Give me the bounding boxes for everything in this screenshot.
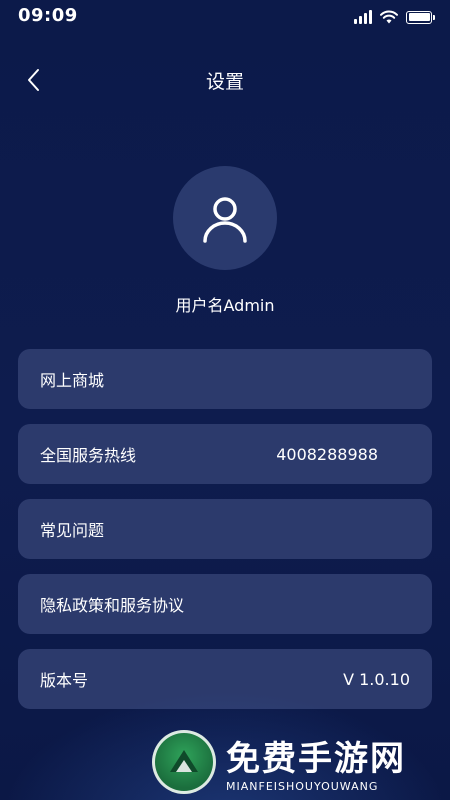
- menu-item-label: 常见问题: [40, 521, 105, 540]
- menu-item-label: 全国服务热线: [40, 446, 137, 465]
- menu-item-hotline[interactable]: 全国服务热线 4008288988: [18, 424, 432, 484]
- menu-item-label: 隐私政策和服务协议: [40, 596, 185, 615]
- battery-icon: [406, 10, 435, 24]
- watermark-title: 免费手游网: [226, 739, 406, 779]
- signal-icon: [354, 10, 372, 24]
- user-icon: [203, 197, 247, 243]
- watermark-logo-icon: [152, 730, 216, 794]
- hotline-number: 4008288988: [276, 444, 378, 464]
- menu-item-label: 网上商城: [40, 371, 105, 390]
- chevron-left-icon: [28, 69, 39, 91]
- status-icons: [354, 10, 435, 24]
- menu-item-privacy-policy[interactable]: 隐私政策和服务协议: [18, 574, 432, 634]
- page-title: 设置: [205, 70, 244, 93]
- back-button[interactable]: [18, 64, 50, 96]
- watermark-text: 免费手游网 MIANFEISHOUYOUWANG: [226, 731, 406, 793]
- menu-item-online-mall[interactable]: 网上商城: [18, 349, 432, 409]
- status-bar: 09:09: [0, 0, 450, 64]
- status-time: 09:09: [18, 4, 78, 26]
- version-number: V 1.0.10: [343, 669, 410, 689]
- settings-menu: 网上商城 全国服务热线 4008288988 常见问题 隐私政策和服务协议 版本…: [18, 349, 432, 709]
- avatar[interactable]: [173, 166, 277, 270]
- watermark: 免费手游网 MIANFEISHOUYOUWANG: [152, 730, 406, 794]
- watermark-subtitle: MIANFEISHOUYOUWANG: [226, 780, 379, 793]
- nav-bar: 设置: [0, 58, 450, 102]
- profile-section: 用户名Admin: [0, 166, 450, 316]
- menu-item-faq[interactable]: 常见问题: [18, 499, 432, 559]
- menu-item-label: 版本号: [40, 671, 89, 690]
- username: 用户名Admin: [175, 296, 275, 315]
- wifi-icon: [380, 10, 398, 24]
